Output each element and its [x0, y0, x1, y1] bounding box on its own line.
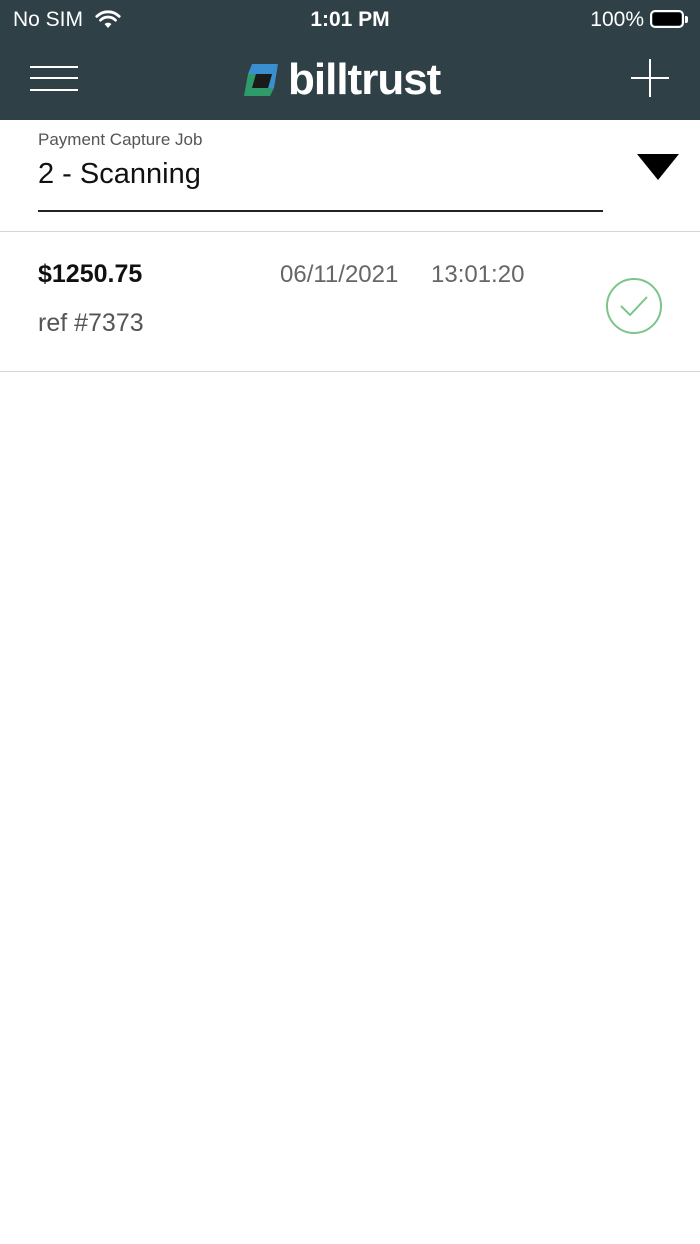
check-circle-icon [606, 278, 662, 334]
job-selector-label: Payment Capture Job [38, 130, 203, 149]
app-screen: No SIM 1:01 PM 100% billtrust Payment Ca… [0, 0, 700, 1244]
hamburger-menu-icon[interactable] [30, 64, 78, 94]
job-selector-underline [38, 210, 603, 212]
payment-capture-job-selector[interactable]: Payment Capture Job 2 - Scanning [0, 120, 700, 232]
status-bar: No SIM 1:01 PM 100% [0, 0, 700, 40]
job-selector-value[interactable]: 2 - Scanning [38, 158, 201, 191]
app-header: No SIM 1:01 PM 100% billtrust [0, 0, 700, 120]
brand-logo: billtrust [244, 55, 441, 104]
battery-percent: 100% [590, 8, 644, 31]
payment-list-item[interactable]: $1250.75 06/11/2021 13:01:20 ref #7373 [0, 232, 700, 372]
payment-ref: ref #7373 [38, 309, 144, 337]
brand-name: billtrust [288, 55, 441, 104]
triangle-down-icon[interactable] [637, 154, 679, 180]
battery-icon [650, 10, 690, 30]
payment-time: 13:01:20 [431, 261, 525, 288]
plus-icon[interactable] [630, 58, 670, 98]
status-battery-group: 100% [590, 8, 690, 32]
payment-amount: $1250.75 [38, 260, 143, 288]
payment-date: 06/11/2021 [280, 261, 399, 288]
billtrust-logo-icon [244, 64, 278, 96]
nav-bar: billtrust [0, 40, 700, 120]
